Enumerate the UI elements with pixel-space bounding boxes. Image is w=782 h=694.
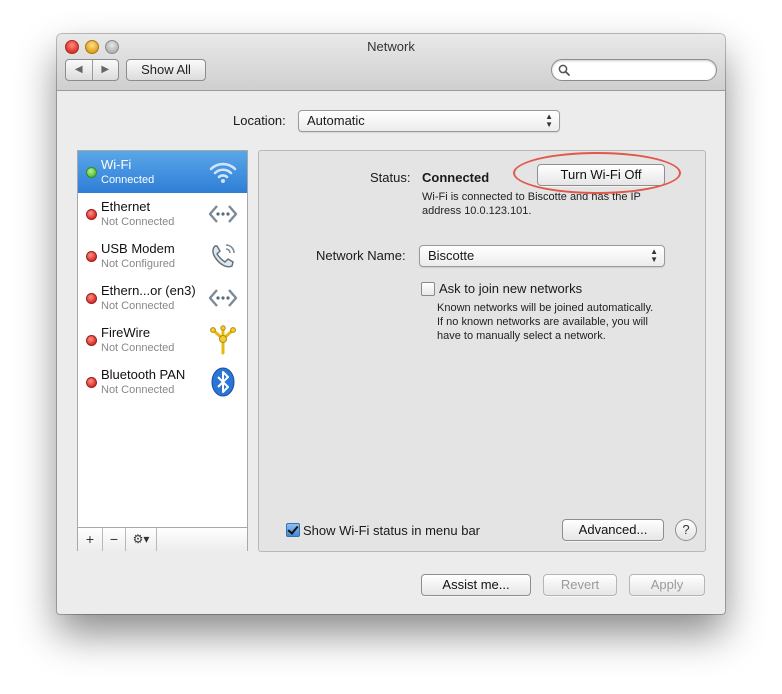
firewire-icon: [210, 325, 236, 355]
network-name-popup[interactable]: Biscotte ▲ ▼: [419, 245, 665, 267]
gear-menu-button[interactable]: ⚙▾: [126, 528, 157, 551]
show-all-button[interactable]: Show All: [126, 59, 206, 81]
ethernet-icon: [208, 289, 238, 307]
popup-arrows-icon: ▲ ▼: [650, 247, 658, 264]
status-dot-icon: [86, 209, 97, 220]
assist-me-button[interactable]: Assist me...: [421, 574, 531, 596]
service-item-wifi[interactable]: Wi-Fi Connected: [78, 151, 247, 193]
status-dot-icon: [86, 251, 97, 262]
show-wifi-status-checkbox[interactable]: [286, 523, 300, 537]
network-window: Network ◀ ▶ Show All Location: Automatic…: [57, 34, 725, 614]
highlight-ring: [513, 152, 681, 194]
phone-icon: [212, 244, 235, 268]
service-item-firewire[interactable]: FireWire Not Connected: [78, 319, 247, 361]
location-value: Automatic: [307, 113, 365, 128]
service-state: Not Connected: [101, 300, 175, 312]
back-button[interactable]: ◀: [66, 60, 93, 80]
service-name: USB Modem: [101, 241, 175, 256]
title-bar: Network ◀ ▶ Show All: [57, 34, 725, 91]
service-list-toolbar: + − ⚙▾: [78, 527, 247, 551]
status-dot-icon: [86, 293, 97, 304]
bluetooth-icon: [211, 367, 235, 397]
search-icon: [558, 64, 570, 76]
search-input[interactable]: [574, 62, 710, 80]
location-popup[interactable]: Automatic ▲ ▼: [298, 110, 560, 132]
ask-join-label: Ask to join new networks: [439, 281, 583, 296]
ask-join-description-line-2: If no known networks are available, you …: [437, 316, 648, 328]
ask-join-checkbox[interactable]: [421, 282, 435, 296]
wifi-icon: [209, 162, 237, 183]
back-forward-control: ◀ ▶: [65, 59, 119, 81]
apply-button[interactable]: Apply: [629, 574, 705, 596]
location-label: Location:: [233, 113, 286, 128]
status-dot-icon: [86, 167, 97, 178]
network-name-value: Biscotte: [428, 248, 475, 263]
help-button[interactable]: ?: [675, 519, 697, 541]
status-value: Connected: [422, 170, 490, 185]
service-name: Ethernet: [101, 199, 151, 214]
service-state: Not Connected: [101, 216, 175, 228]
search-field[interactable]: [551, 59, 717, 81]
detail-panel: Status: Connected Turn Wi-Fi Off Wi-Fi i…: [258, 150, 706, 552]
service-list: Wi-Fi Connected Ethernet Not Connected U…: [77, 150, 248, 551]
status-label: Status:: [370, 170, 411, 185]
remove-service-button[interactable]: −: [103, 528, 126, 551]
network-name-label: Network Name:: [316, 248, 406, 263]
advanced-button[interactable]: Advanced...: [562, 519, 664, 541]
show-wifi-status-label: Show Wi-Fi status in menu bar: [303, 523, 481, 538]
status-dot-icon: [86, 377, 97, 388]
service-name: Ethern...or (en3): [101, 283, 196, 298]
service-state: Not Connected: [101, 342, 175, 354]
add-service-button[interactable]: +: [78, 528, 103, 551]
status-description-line-2: address 10.0.123.101.: [422, 205, 532, 217]
popup-arrows-icon: ▲ ▼: [545, 112, 553, 129]
service-item-bluetooth-pan[interactable]: Bluetooth PAN Not Connected: [78, 361, 247, 403]
ethernet-icon: [208, 205, 238, 223]
service-state: Connected: [101, 174, 155, 186]
service-item-usb-modem[interactable]: USB Modem Not Configured: [78, 235, 247, 277]
service-item-ethernet-adaptor[interactable]: Ethern...or (en3) Not Connected: [78, 277, 247, 319]
service-state: Not Configured: [101, 258, 175, 270]
revert-button[interactable]: Revert: [543, 574, 617, 596]
service-item-ethernet[interactable]: Ethernet Not Connected: [78, 193, 247, 235]
service-state: Not Connected: [101, 384, 175, 396]
window-title: Network: [367, 39, 415, 54]
service-name: Bluetooth PAN: [101, 367, 186, 382]
ask-join-description-line-3: have to manually select a network.: [437, 330, 606, 342]
service-name: FireWire: [101, 325, 151, 340]
service-name: Wi-Fi: [101, 157, 132, 172]
ask-join-description-line-1: Known networks will be joined automatica…: [437, 302, 654, 314]
status-dot-icon: [86, 335, 97, 346]
forward-button[interactable]: ▶: [93, 60, 119, 80]
